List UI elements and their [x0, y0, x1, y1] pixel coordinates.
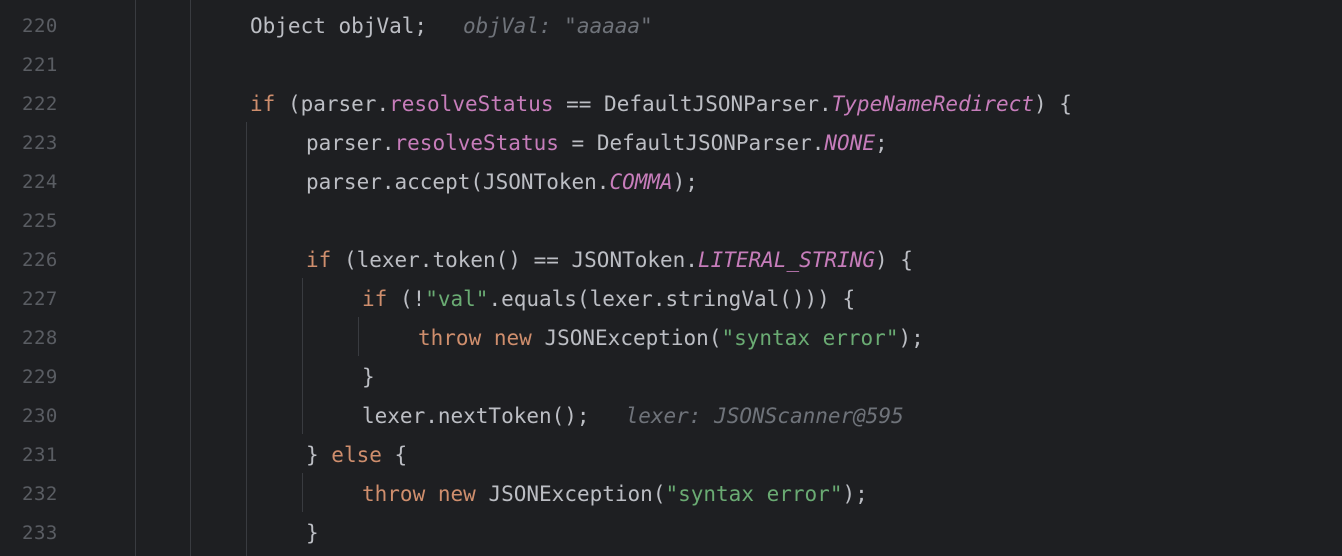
code-line-233[interactable]: }: [306, 514, 319, 553]
code-token: JSONException(: [475, 482, 666, 506]
debug-inline-hint: objVal: "aaaaa": [463, 14, 653, 38]
indent-guide: [358, 317, 359, 356]
code-line-224[interactable]: parser.accept(JSONToken.COMMA);: [306, 163, 698, 202]
code-token: ;: [874, 131, 888, 155]
constant-token: TypeNameRedirect: [831, 92, 1034, 116]
code-token: {: [381, 443, 408, 467]
code-token: ) {: [1033, 92, 1072, 116]
line-number: 224: [22, 171, 58, 193]
indent-guide: [190, 0, 191, 556]
line-number: 220: [22, 15, 58, 37]
code-line-232[interactable]: throw new JSONException("syntax error");: [362, 475, 868, 514]
code-editor[interactable]: 220 221 222 223 224 225 226 227 228 229 …: [0, 0, 1342, 556]
keyword-token: new: [493, 326, 532, 350]
punct-token: ;: [414, 14, 428, 38]
constant-token: LITERAL_STRING: [697, 248, 875, 272]
variable-token: objVal: [338, 14, 415, 38]
field-token: resolveStatus: [389, 92, 554, 116]
line-number: 231: [22, 444, 58, 466]
brace-token: }: [306, 521, 319, 545]
code-token: JSONException(: [531, 326, 722, 350]
line-number: 229: [22, 366, 58, 388]
keyword-token: if: [250, 92, 276, 116]
code-token: ) {: [874, 248, 913, 272]
line-number: 228: [22, 327, 58, 349]
string-token: "syntax error": [665, 482, 843, 506]
line-number: 222: [22, 93, 58, 115]
line-number: 225: [22, 210, 58, 232]
code-token: (lexer.token() == JSONToken.: [331, 248, 698, 272]
line-number: 232: [22, 483, 58, 505]
keyword-token: if: [306, 248, 332, 272]
line-number: 230: [22, 405, 58, 427]
keyword-token: throw: [418, 326, 482, 350]
keyword-token: if: [362, 287, 388, 311]
indent-guide: [302, 278, 303, 434]
line-number: 221: [22, 54, 58, 76]
constant-token: NONE: [824, 131, 875, 155]
indent-guide: [302, 473, 303, 512]
line-number-gutter[interactable]: 220 221 222 223 224 225 226 227 228 229 …: [0, 0, 90, 556]
code-line-230[interactable]: lexer.nextToken(); lexer: JSONScanner@595: [362, 397, 904, 436]
indent-guide: [246, 122, 247, 556]
code-token: .equals(lexer.stringVal())) {: [488, 287, 856, 311]
line-number: 223: [22, 132, 58, 154]
code-token: (parser.: [287, 92, 390, 116]
code-token: );: [842, 482, 868, 506]
code-token: == DefaultJSONParser.: [553, 92, 832, 116]
string-token: "val": [425, 287, 489, 311]
indent-guide: [135, 0, 136, 556]
line-number: 233: [22, 522, 58, 544]
code-line-227[interactable]: if (!"val".equals(lexer.stringVal())) {: [362, 280, 855, 319]
keyword-token: new: [437, 482, 476, 506]
code-line-220[interactable]: Object objVal; objVal: "aaaaa": [250, 7, 653, 46]
code-token: );: [898, 326, 924, 350]
line-number: 227: [22, 288, 58, 310]
line-number: 226: [22, 249, 58, 271]
field-token: resolveStatus: [394, 131, 559, 155]
code-line-229[interactable]: }: [362, 358, 375, 397]
string-token: "syntax error": [721, 326, 899, 350]
code-token: );: [672, 170, 698, 194]
code-token: lexer.nextToken();: [362, 404, 590, 428]
keyword-token: else: [331, 443, 382, 467]
code-line-226[interactable]: if (lexer.token() == JSONToken.LITERAL_S…: [306, 241, 913, 280]
code-token: parser.accept(JSONToken.: [306, 170, 610, 194]
code-token: = DefaultJSONParser.: [558, 131, 825, 155]
code-line-228[interactable]: throw new JSONException("syntax error");: [418, 319, 924, 358]
code-token: parser.: [306, 131, 395, 155]
brace-token: }: [306, 443, 332, 467]
brace-token: }: [362, 365, 375, 389]
keyword-token: throw: [362, 482, 426, 506]
code-token: (!: [387, 287, 426, 311]
code-line-223[interactable]: parser.resolveStatus = DefaultJSONParser…: [306, 124, 888, 163]
code-line-222[interactable]: if (parser.resolveStatus == DefaultJSONP…: [250, 85, 1072, 124]
code-line-231[interactable]: } else {: [306, 436, 407, 475]
type-token: Object: [250, 14, 326, 38]
debug-inline-hint: lexer: JSONScanner@595: [625, 404, 904, 428]
constant-token: COMMA: [609, 170, 673, 194]
